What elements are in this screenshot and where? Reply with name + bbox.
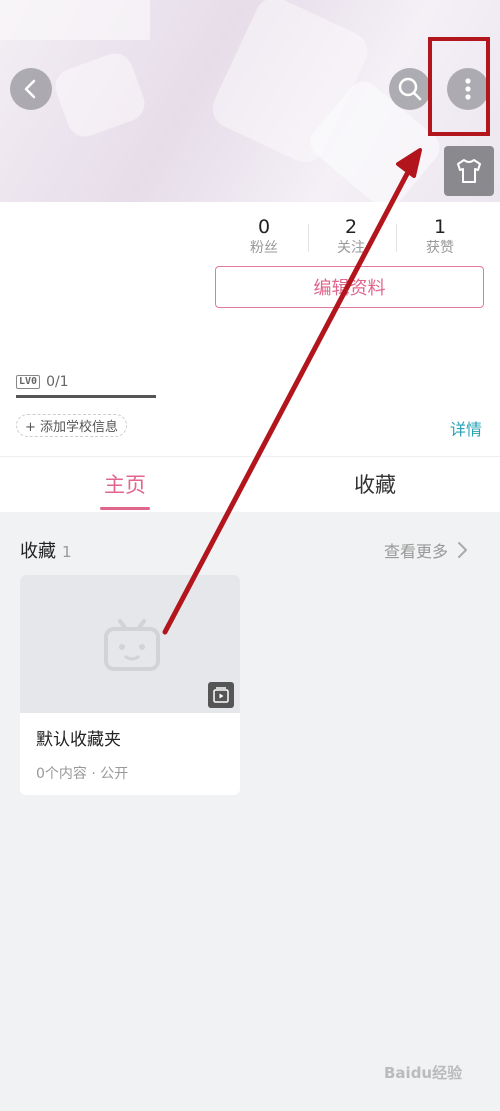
favorite-folder-card[interactable]: 默认收藏夹 0个内容 · 公开 [20,575,240,795]
chevron-left-icon [24,79,36,99]
chevron-right-icon [458,542,468,558]
playlist-badge [208,682,234,708]
stat-label: 关注 [337,240,365,256]
stat-label: 粉丝 [250,240,278,256]
annotation-highlight-box [428,37,490,136]
search-button[interactable] [389,68,431,110]
details-link[interactable]: 详情 [450,416,482,440]
profile-info: 0 粉丝 2 关注 1 获赞 编辑资料 LV0 0/1 + 添加学校信息 详情 [0,202,500,456]
tshirt-icon [457,159,481,183]
stat-following[interactable]: 2 关注 [311,216,391,258]
active-tab-indicator [100,507,150,510]
stat-value: 0 [257,216,271,238]
folder-name: 默认收藏夹 [36,730,121,750]
stat-value: 1 [433,216,447,238]
edit-profile-button[interactable]: 编辑资料 [215,266,484,308]
divider [308,224,309,252]
stat-likes[interactable]: 1 获赞 [400,216,480,258]
profile-tabs: 主页 收藏 [0,456,500,512]
playlist-icon [213,687,229,703]
folder-thumbnail [20,575,240,713]
level-badge: LV0 [16,375,41,389]
view-more-label: 查看更多 [384,542,449,561]
view-more-link[interactable]: 查看更多 [384,538,470,562]
search-icon [398,77,422,101]
favorites-title: 收藏 [20,541,56,562]
bilibili-tv-icon [104,619,160,671]
level-progress-bar [16,395,156,398]
favorites-section-title: 收藏 1 [20,537,72,563]
level-info: LV0 0/1 [16,374,69,390]
back-button[interactable] [10,68,52,110]
favorites-count: 1 [62,543,72,561]
watermark: Baidu经验 [384,1064,463,1082]
tab-home[interactable]: 主页 [65,469,185,499]
stat-value: 2 [344,216,358,238]
divider [396,224,397,252]
folder-meta: 0个内容 · 公开 [36,766,129,782]
tab-favorites[interactable]: 收藏 [315,469,435,499]
stat-fans[interactable]: 0 粉丝 [224,216,304,258]
dress-up-button[interactable] [444,146,494,196]
add-school-button[interactable]: + 添加学校信息 [16,414,128,437]
level-progress: 0/1 [46,374,69,390]
stat-label: 获赞 [426,240,454,256]
